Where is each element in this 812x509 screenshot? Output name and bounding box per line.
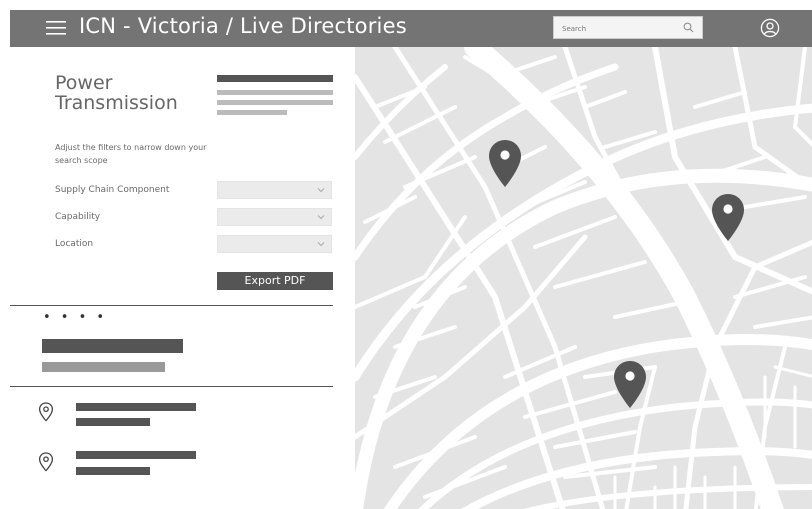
- list-item-line: [76, 403, 196, 411]
- result-subtitle-bar: [42, 362, 165, 372]
- location-select[interactable]: [217, 235, 332, 253]
- filter-label-location: Location: [55, 239, 94, 249]
- map-streets: [355, 47, 812, 509]
- placeholder-bar: [217, 75, 333, 82]
- filter-label-capability: Capability: [55, 212, 101, 222]
- hamburger-menu-icon[interactable]: [46, 19, 66, 37]
- app-title: ICN - Victoria / Live Directories: [79, 14, 407, 38]
- placeholder-bar: [217, 100, 333, 105]
- chevron-down-icon: [317, 215, 325, 220]
- chevron-down-icon: [317, 242, 325, 247]
- export-pdf-button[interactable]: Export PDF: [217, 272, 333, 290]
- user-account-icon[interactable]: [760, 18, 780, 38]
- filter-label-supply-chain: Supply Chain Component: [55, 185, 170, 195]
- page-title: Power Transmission: [55, 72, 178, 114]
- list-item-line: [76, 451, 196, 459]
- capability-select[interactable]: [217, 208, 332, 226]
- search-input[interactable]: [554, 17, 684, 40]
- list-item-line: [76, 418, 150, 426]
- placeholder-bar: [217, 110, 287, 115]
- divider: [10, 386, 333, 387]
- map-view[interactable]: [355, 47, 812, 509]
- supply-chain-select[interactable]: [217, 181, 332, 199]
- list-item-line: [76, 467, 150, 475]
- result-title-bar: [42, 339, 183, 353]
- placeholder-bar: [217, 90, 333, 95]
- filter-hint: Adjust the filters to narrow down your s…: [55, 143, 207, 165]
- chevron-down-icon: [317, 188, 325, 193]
- divider: [10, 305, 333, 306]
- top-bar: ICN - Victoria / Live Directories: [10, 10, 812, 47]
- app-window: ICN - Victoria / Live Directories Power …: [10, 10, 812, 509]
- search-box[interactable]: [553, 16, 703, 40]
- filter-panel: Power Transmission Adjust the filters to…: [10, 47, 355, 509]
- more-options-icon[interactable]: • • • •: [43, 311, 107, 324]
- search-icon[interactable]: [683, 22, 694, 33]
- location-pin-icon: [38, 452, 54, 472]
- location-pin-icon: [38, 402, 54, 422]
